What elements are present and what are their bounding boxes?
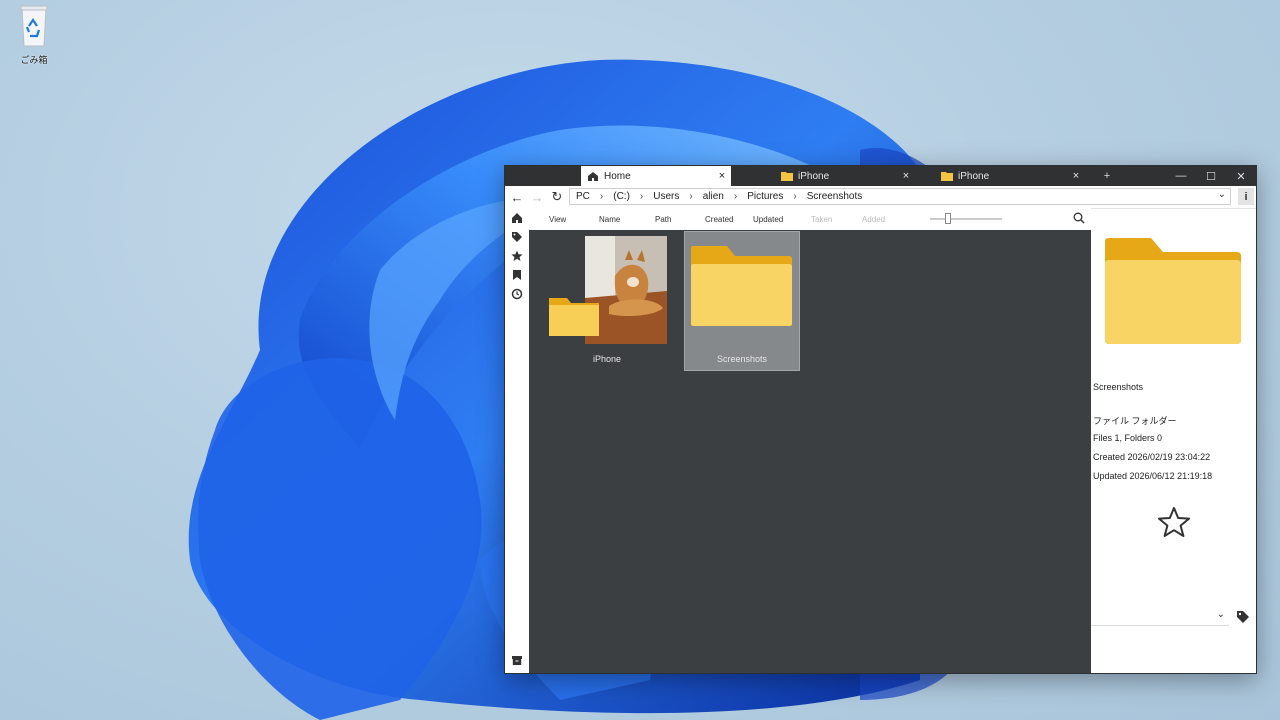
- detail-counts: Files 1, Folders 0: [1093, 433, 1163, 443]
- tab-home[interactable]: Home ×: [581, 166, 731, 186]
- file-manager-window: Home × iPhone × iPhone × + — ☐ ✕ ← → ↻ P…: [504, 165, 1257, 674]
- star-outline-icon[interactable]: [1157, 506, 1191, 538]
- search-icon[interactable]: [1073, 212, 1085, 224]
- tab-label: iPhone: [958, 170, 990, 182]
- folder-icon: [691, 246, 792, 326]
- details-pane: Screenshots ファイル フォルダー Files 1, Folders …: [1091, 230, 1256, 673]
- chevron-down-icon: ⌄: [1216, 609, 1225, 620]
- recycle-bin-label: ごみ箱: [20, 55, 48, 65]
- sort-toolbar: View Name Path Created Updated Taken Add…: [529, 208, 1091, 230]
- sort-added-button[interactable]: Added: [862, 215, 885, 224]
- breadcrumb-users[interactable]: Users: [647, 191, 685, 202]
- chevron-right-icon[interactable]: ›: [730, 191, 741, 202]
- tag-select[interactable]: ⌄: [1091, 606, 1229, 626]
- chevron-right-icon[interactable]: ›: [685, 191, 696, 202]
- detail-updated: Updated 2026/06/12 21:19:18: [1093, 471, 1213, 481]
- tab-label: iPhone: [798, 170, 830, 182]
- new-tab-button[interactable]: +: [1092, 166, 1122, 186]
- tag-icon[interactable]: [1236, 610, 1250, 624]
- file-grid: iPhone Screenshots: [529, 230, 1091, 673]
- back-button[interactable]: ←: [509, 189, 525, 205]
- folder-preview-icon: [1105, 238, 1241, 344]
- sort-name-button[interactable]: Name: [599, 215, 620, 224]
- home-icon: [588, 172, 598, 181]
- breadcrumb-alien[interactable]: alien: [697, 191, 730, 202]
- folder-name: Screenshots: [716, 354, 768, 364]
- close-window-button[interactable]: ✕: [1226, 166, 1256, 186]
- sort-path-button[interactable]: Path: [655, 215, 671, 224]
- address-dropdown-icon[interactable]: ⌄: [1218, 189, 1226, 200]
- chevron-right-icon[interactable]: ›: [789, 191, 800, 202]
- tab-close-button[interactable]: ×: [1067, 170, 1085, 182]
- left-sidebar: [505, 208, 529, 673]
- tab-close-button[interactable]: ×: [897, 170, 915, 182]
- info-pane-button[interactable]: i: [1238, 188, 1254, 205]
- recycle-bin-shortcut[interactable]: ごみ箱: [12, 4, 56, 66]
- bookmark-icon[interactable]: [511, 269, 523, 281]
- folder-item-iphone[interactable]: iPhone: [549, 232, 667, 370]
- detail-type: ファイル フォルダー: [1093, 416, 1177, 426]
- breadcrumb-pictures[interactable]: Pictures: [741, 191, 789, 202]
- tab-close-button[interactable]: ×: [713, 170, 731, 182]
- folder-icon: [781, 172, 793, 181]
- tab-bar: Home × iPhone × iPhone × + — ☐ ✕: [505, 166, 1256, 186]
- detail-created: Created 2026/02/19 23:04:22: [1093, 452, 1211, 462]
- recycle-bin-icon: [20, 5, 48, 47]
- sort-updated-button[interactable]: Updated: [753, 215, 783, 224]
- sort-created-button[interactable]: Created: [705, 215, 733, 224]
- address-bar[interactable]: PC › (C:) › Users › alien › Pictures › S…: [569, 188, 1231, 205]
- breadcrumb-pc[interactable]: PC: [570, 191, 596, 202]
- history-icon[interactable]: [511, 288, 523, 300]
- folder-item-screenshots[interactable]: Screenshots: [684, 231, 800, 371]
- tab-iphone-2[interactable]: iPhone ×: [935, 166, 1085, 186]
- sort-taken-button[interactable]: Taken: [811, 215, 832, 224]
- zoom-slider-handle[interactable]: [945, 213, 951, 224]
- breadcrumb-drive[interactable]: (C:): [607, 191, 636, 202]
- folder-icon: [941, 172, 953, 181]
- tag-icon[interactable]: [511, 231, 523, 243]
- detail-name: Screenshots: [1093, 382, 1144, 392]
- home-icon[interactable]: [511, 212, 523, 224]
- tab-iphone-1[interactable]: iPhone ×: [775, 166, 915, 186]
- refresh-button[interactable]: ↻: [549, 189, 565, 205]
- zoom-slider-track[interactable]: [930, 218, 1002, 220]
- view-button[interactable]: View: [549, 215, 566, 224]
- tab-label: Home: [604, 170, 631, 182]
- forward-button[interactable]: →: [529, 189, 545, 205]
- folder-icon: [549, 298, 599, 336]
- archive-icon[interactable]: [511, 654, 523, 666]
- navigation-bar: ← → ↻ PC › (C:) › Users › alien › Pictur…: [505, 186, 1256, 209]
- chevron-right-icon[interactable]: ›: [636, 191, 647, 202]
- breadcrumb-screenshots[interactable]: Screenshots: [801, 191, 869, 202]
- folder-name: iPhone: [592, 354, 622, 364]
- chevron-right-icon[interactable]: ›: [596, 191, 607, 202]
- star-icon[interactable]: [511, 250, 523, 262]
- minimize-button[interactable]: —: [1166, 166, 1196, 186]
- maximize-button[interactable]: ☐: [1196, 166, 1226, 186]
